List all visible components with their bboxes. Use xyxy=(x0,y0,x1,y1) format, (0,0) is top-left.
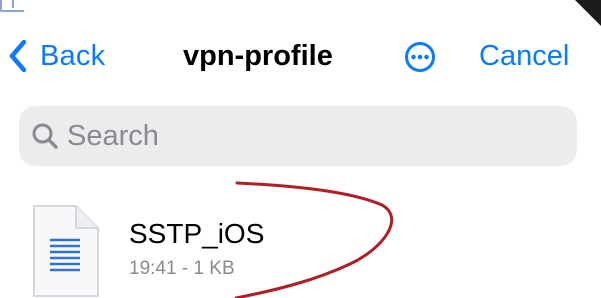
file-name: SSTP_iOS xyxy=(129,218,265,249)
file-item[interactable]: SSTP_iOS 19:41 - 1 KB xyxy=(0,196,601,298)
search-placeholder: Search xyxy=(67,119,159,152)
search-icon xyxy=(31,122,59,150)
ellipsis-circle-icon xyxy=(404,41,436,73)
files-picker-screen: Back vpn-profile Cancel Search SSTP_iOS … xyxy=(0,0,601,298)
page-title: vpn-profile xyxy=(183,40,333,72)
document-icon xyxy=(30,204,100,298)
more-options-button[interactable] xyxy=(404,41,436,73)
navigation-bar: Back vpn-profile Cancel xyxy=(0,34,601,78)
cancel-button[interactable]: Cancel xyxy=(479,38,569,74)
file-meta: 19:41 - 1 KB xyxy=(129,258,235,279)
corner-shadow xyxy=(575,0,601,26)
crop-artifact xyxy=(0,0,24,12)
search-field[interactable]: Search xyxy=(19,106,577,166)
back-label: Back xyxy=(40,39,106,72)
chevron-left-icon xyxy=(8,39,28,73)
back-button[interactable]: Back xyxy=(8,38,105,74)
